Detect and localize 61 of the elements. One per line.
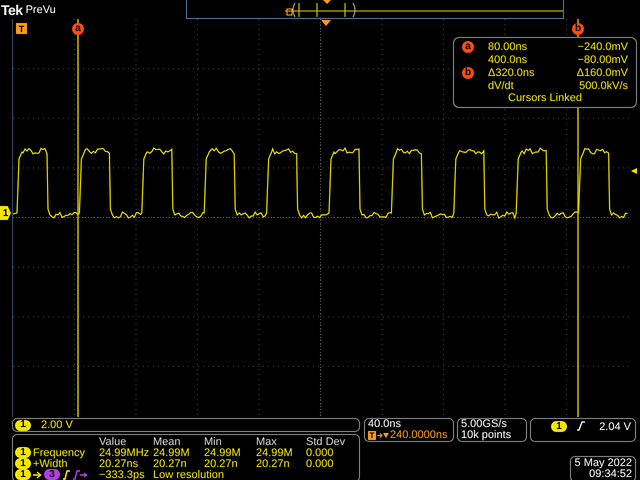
vertical-scale-panel[interactable]: 1 2.00 V: [12, 418, 360, 432]
horizontal-delay: 240.0000ns: [390, 430, 448, 441]
sample-rate: 5.00GS/s: [461, 419, 508, 430]
column-header: Std Dev: [306, 436, 346, 448]
measurement-value: 24.99M: [153, 446, 191, 458]
cursor-value: −240.0mV: [576, 40, 628, 52]
cursor-time: 400.0ns: [487, 54, 528, 66]
acquisition-panel[interactable]: 5.00GS/s 10k points: [457, 418, 527, 442]
measurement-value: 24.99M: [204, 446, 242, 458]
column-header: Value: [99, 436, 128, 448]
cursor-value: −80.00mV: [576, 54, 628, 66]
channel-badge: 1: [551, 421, 567, 432]
channel-badge: 3: [44, 469, 60, 480]
date: 5 May 2022: [574, 458, 632, 469]
edge-pair-icon: [62, 470, 88, 480]
cursor-badge: b: [462, 66, 474, 78]
vertical-scale: 2.00 V: [41, 419, 73, 431]
channel-marker: 1: [0, 206, 11, 220]
channel-badge: 1: [15, 469, 31, 480]
measurement-name: Frequency: [33, 446, 86, 458]
cursor-value: Δ160.0mV: [576, 66, 628, 78]
delay-arrow-icon: [377, 432, 389, 439]
time: 09:34:52: [589, 469, 632, 480]
measurement-value: 20.27n: [204, 458, 239, 470]
trigger-level: 2.04 V: [599, 421, 631, 433]
cursors-linked-label: Cursors Linked: [507, 92, 583, 104]
mode-label: PreVu: [26, 4, 56, 16]
trigger-level-icon: [631, 168, 637, 174]
rising-edge-icon: [577, 421, 585, 431]
cursor-time: dV/dt: [487, 80, 515, 92]
measurement-value: 20.27n: [256, 458, 291, 470]
measurement-note: Low resolution: [153, 468, 225, 480]
trigger-position-marker: T: [16, 23, 27, 34]
trigger-panel[interactable]: 1 2.04 V: [530, 418, 636, 442]
channel-badge: 1: [15, 458, 31, 469]
column-header: Min: [204, 436, 223, 448]
measurement-value: 0.000: [306, 446, 335, 458]
cursor-badge: a: [462, 40, 474, 52]
column-header: Max: [256, 436, 278, 448]
horizontal-panel[interactable]: 40.0ns T 240.0000ns: [364, 418, 454, 442]
horizontal-scale: 40.0ns: [368, 419, 402, 430]
measurement-value: −333.3ps: [99, 468, 146, 480]
cursor-time: 80.00ns: [487, 40, 528, 52]
cursor-value: 500.0kV/s: [578, 80, 628, 92]
arrow-icon: [33, 470, 42, 478]
measurement-name: +Width: [33, 458, 68, 470]
trigger-badge: T: [368, 431, 376, 440]
measurement-value: 20.27ns: [99, 458, 140, 470]
column-header: Mean: [153, 436, 182, 448]
measurement-value: 20.27n: [153, 458, 188, 470]
record-length: 10k points: [461, 430, 512, 441]
brand-logo: Tek: [1, 2, 23, 18]
cursor-badge: a: [72, 23, 84, 35]
trigger-marker-icon: [321, 20, 331, 26]
cursor-badge: b: [572, 23, 584, 35]
measurement-value: 24.99MHz: [99, 446, 150, 458]
measurement-value: 24.99M: [256, 446, 294, 458]
channel-badge: 1: [15, 420, 31, 430]
cursor-time: Δ320.0ns: [487, 66, 536, 78]
measurement-value: 0.000: [306, 458, 335, 470]
channel-badge: 1: [15, 447, 31, 458]
